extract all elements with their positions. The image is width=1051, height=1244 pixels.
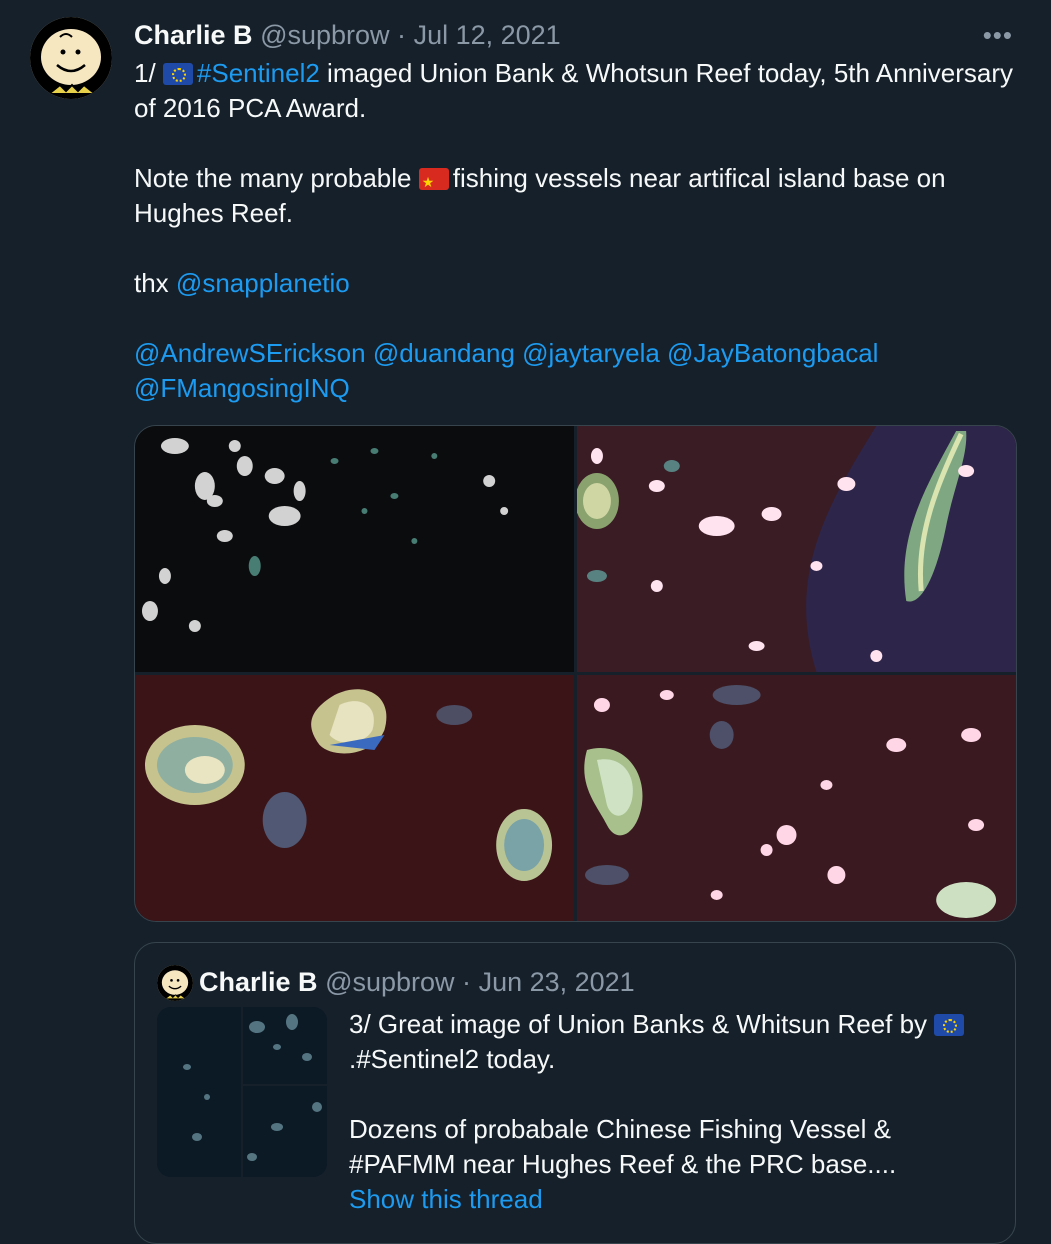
text-line2-prefix: Note the many probable: [134, 163, 419, 193]
quoted-author-avatar: [157, 965, 193, 1001]
quoted-line1-prefix: 3/ Great image of Union Banks & Whitsun …: [349, 1009, 935, 1039]
quoted-separator: ·: [462, 967, 472, 997]
quoted-author-name: Charlie B: [199, 967, 318, 997]
tweet-header: Charlie B @supbrow · Jul 12, 2021: [134, 18, 561, 52]
china-flag-icon: [418, 165, 449, 200]
show-thread-link[interactable]: Show this thread: [349, 1184, 543, 1214]
satellite-image-2[interactable]: [577, 426, 1016, 672]
satellite-image-4[interactable]: [577, 675, 1016, 921]
eu-flag-icon: [162, 63, 193, 85]
mention-jaybatongbacal[interactable]: @JayBatongbacal: [667, 338, 878, 368]
quoted-thumbnail: [157, 1007, 327, 1177]
quoted-date: Jun 23, 2021: [478, 967, 635, 997]
quoted-text: 3/ Great image of Union Banks & Whitsun …: [349, 1007, 999, 1217]
quoted-author-handle: @supbrow: [325, 967, 455, 997]
tweet-date[interactable]: Jul 12, 2021: [414, 20, 561, 50]
mention-fmangosinginq[interactable]: @FMangosingINQ: [134, 373, 350, 403]
quoted-tweet[interactable]: Charlie B @supbrow · Jun 23, 2021 3/ Gre…: [134, 942, 1016, 1244]
text-line1-prefix: 1/: [134, 58, 163, 88]
quoted-header: Charlie B @supbrow · Jun 23, 2021: [199, 965, 635, 999]
mention-andrewserickson[interactable]: @AndrewSErickson: [134, 338, 366, 368]
text-thx: thx: [134, 268, 176, 298]
quoted-line1-rest: .#Sentinel2 today.: [349, 1044, 556, 1074]
author-name[interactable]: Charlie B: [134, 20, 253, 50]
tweet-text: 1/ #Sentinel2 imaged Union Bank & Whotsu…: [134, 56, 1014, 406]
mention-duandang[interactable]: @duandang: [373, 338, 515, 368]
quoted-line2: Dozens of probabale Chinese Fishing Vess…: [349, 1114, 897, 1179]
satellite-image-1[interactable]: [135, 426, 574, 672]
media-grid: [134, 425, 1017, 922]
header-separator: ·: [397, 20, 407, 50]
satellite-image-3[interactable]: [135, 675, 574, 921]
author-handle[interactable]: @supbrow: [260, 20, 389, 50]
more-icon[interactable]: •••: [983, 20, 1013, 50]
mention-jaytaryela[interactable]: @jaytaryela: [522, 338, 660, 368]
hashtag-sentinel2[interactable]: #Sentinel2: [197, 58, 320, 88]
author-avatar[interactable]: [30, 17, 112, 99]
eu-flag-icon: [934, 1014, 965, 1036]
mention-snapplanetio[interactable]: @snapplanetio: [176, 268, 350, 298]
